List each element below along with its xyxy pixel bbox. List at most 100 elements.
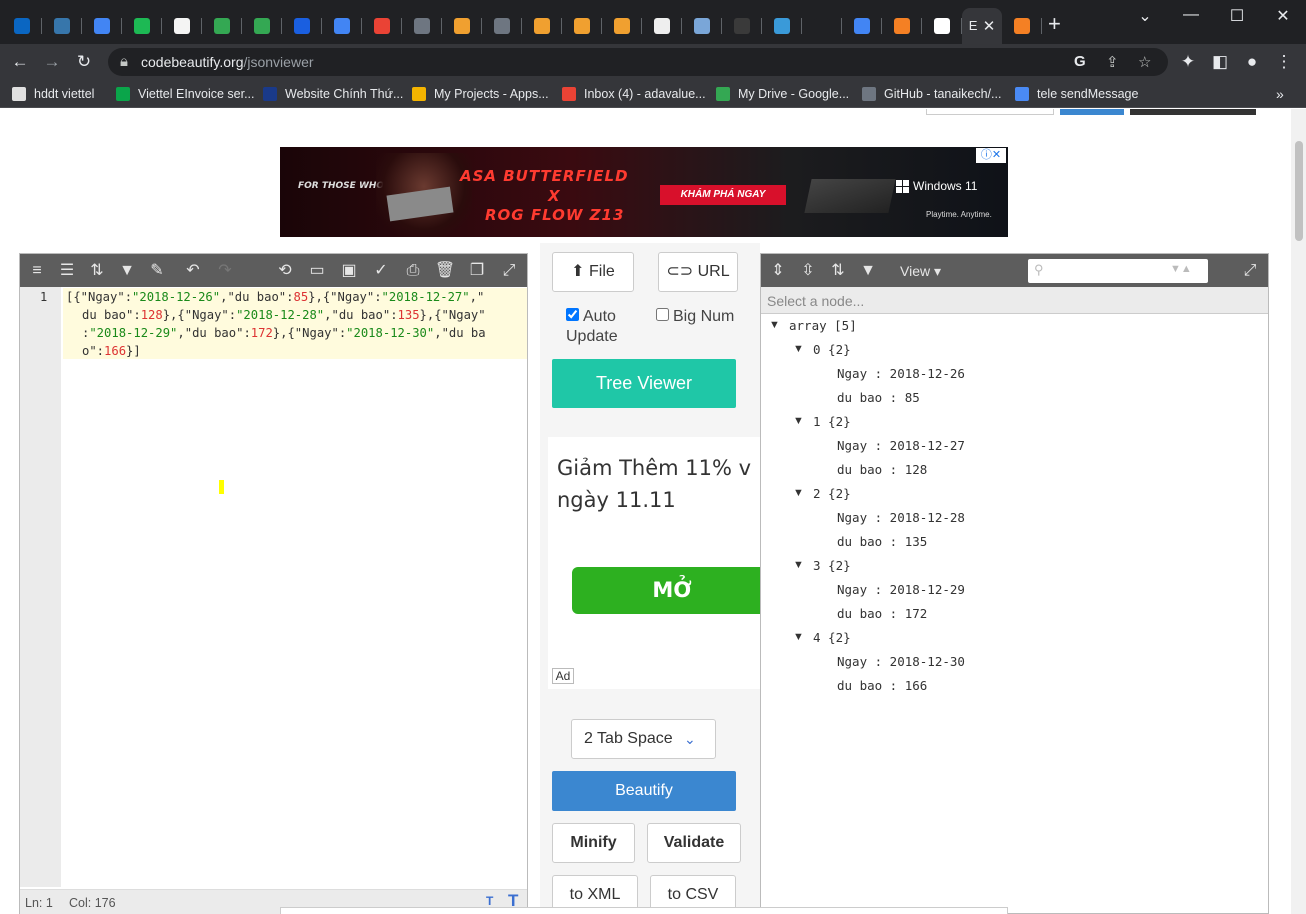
filter-icon[interactable]: ▼ — [116, 260, 138, 282]
bookmark-item[interactable]: tele sendMessage — [1015, 86, 1138, 102]
bookmark-item[interactable]: Inbox (4) - adavalue... — [562, 86, 706, 102]
header-button-clipped-dark[interactable] — [1130, 109, 1256, 115]
bookmark-item[interactable]: Website Chính Thứ... — [263, 86, 403, 102]
browser-tab[interactable] — [682, 8, 722, 44]
auto-update-checkbox[interactable] — [566, 308, 579, 321]
browser-tab[interactable] — [482, 8, 522, 44]
browser-tab[interactable] — [362, 8, 402, 44]
ad-choices-icon[interactable]: ⓘ✕ — [976, 148, 1006, 163]
header-button-clipped[interactable] — [926, 109, 1054, 115]
minimize-button[interactable]: — — [1168, 6, 1214, 24]
browser-tab[interactable] — [442, 8, 482, 44]
inline-ad[interactable]: Giảm Thêm 11% v ngày 11.11 MỞ — [548, 437, 760, 689]
side-panel-icon[interactable]: ◧ — [1208, 52, 1232, 72]
share-icon[interactable]: ⇪ — [1106, 53, 1119, 71]
validate-button[interactable]: Validate — [647, 823, 741, 863]
expand-toggle-icon[interactable]: ▼ — [769, 319, 780, 331]
extensions-icon[interactable]: ✦ — [1176, 52, 1200, 72]
page-scrollbar[interactable] — [1291, 109, 1306, 914]
expand-toggle-icon[interactable]: ▼ — [793, 415, 804, 427]
browser-tab[interactable] — [842, 8, 882, 44]
new-tab-button[interactable]: + — [1048, 12, 1061, 36]
delete-icon[interactable]: 🗑︎ — [434, 260, 456, 282]
history-icon[interactable]: ⟲ — [274, 260, 296, 282]
bookmark-item[interactable]: My Drive - Google... — [716, 86, 849, 102]
big-num-option[interactable]: Big Num — [656, 307, 734, 327]
print-icon[interactable]: ⎙ — [402, 260, 424, 282]
open-folder-icon[interactable]: ▭ — [306, 260, 328, 282]
ad-open-button[interactable]: MỞ — [572, 567, 760, 614]
browser-tab[interactable] — [162, 8, 202, 44]
font-decrease-icon[interactable]: T — [486, 894, 493, 908]
browser-tab[interactable] — [1002, 8, 1042, 44]
bookmark-item[interactable]: hddt viettel — [12, 86, 94, 102]
view-mode-dropdown[interactable]: View ▾ — [900, 263, 941, 280]
expand-toggle-icon[interactable]: ▼ — [793, 487, 804, 499]
chrome-menu-icon[interactable]: ⋮ — [1272, 52, 1296, 72]
header-button-clipped-blue[interactable] — [1060, 109, 1124, 115]
expand-all-icon[interactable]: ⇕ — [767, 260, 789, 282]
browser-tab[interactable] — [922, 8, 962, 44]
browser-tab[interactable] — [322, 8, 362, 44]
browser-tab[interactable] — [202, 8, 242, 44]
repair-icon[interactable]: ✎ — [146, 260, 168, 282]
auto-update-option[interactable]: Auto Update — [566, 307, 636, 347]
bookmark-item[interactable]: GitHub - tanaikech/... — [862, 86, 1001, 102]
browser-tab[interactable] — [522, 8, 562, 44]
browser-tab[interactable] — [722, 8, 762, 44]
format-icon[interactable]: ≡ — [26, 260, 48, 282]
undo-icon[interactable]: ↶ — [182, 260, 204, 282]
forward-icon[interactable]: → — [40, 52, 64, 72]
ad-banner[interactable]: FOR THOSE WHO DARE ASA BUTTERFIELD X ROG… — [280, 147, 1008, 237]
tab-space-select[interactable]: 2 Tab Space ⌄ — [571, 719, 716, 759]
browser-tab[interactable] — [122, 8, 162, 44]
browser-tab[interactable] — [42, 8, 82, 44]
browser-tab[interactable] — [762, 8, 802, 44]
close-tab-icon[interactable]: ✕ — [983, 17, 996, 35]
filter-icon[interactable]: ▼ — [857, 260, 879, 282]
reload-icon[interactable]: ↻ — [72, 52, 96, 72]
browser-tab[interactable] — [242, 8, 282, 44]
bookmark-star-icon[interactable]: ☆ — [1138, 53, 1151, 71]
check-icon[interactable]: ✓ — [370, 260, 392, 282]
bookmark-item[interactable]: Viettel EInvoice ser... — [116, 86, 255, 102]
tab-search-icon[interactable]: ⌄ — [1122, 6, 1168, 26]
redo-icon[interactable]: ↷ — [214, 260, 236, 282]
more-bookmarks-icon[interactable]: » — [1276, 86, 1284, 102]
save-icon[interactable]: ▣ — [338, 260, 360, 282]
fullscreen-icon[interactable]: ⤢ — [1239, 260, 1261, 282]
maximize-button[interactable]: ☐ — [1214, 6, 1260, 26]
fullscreen-icon[interactable]: ⤢ — [498, 260, 520, 282]
expand-toggle-icon[interactable]: ▼ — [793, 631, 804, 643]
big-num-checkbox[interactable] — [656, 308, 669, 321]
bottom-ad-banner[interactable] — [280, 907, 1008, 914]
google-lens-icon[interactable]: G — [1074, 53, 1086, 70]
node-path-bar[interactable]: Select a node... — [761, 287, 1268, 314]
sort-icon[interactable]: ⇅ — [86, 260, 108, 282]
browser-tab[interactable] — [282, 8, 322, 44]
url-button[interactable]: ⊂⊃ URL — [658, 252, 738, 292]
expand-toggle-icon[interactable]: ▼ — [793, 343, 804, 355]
compact-icon[interactable]: ☰ — [56, 260, 78, 282]
back-icon[interactable]: ← — [8, 52, 32, 72]
bookmark-item[interactable]: My Projects - Apps... — [412, 86, 549, 102]
minify-button[interactable]: Minify — [552, 823, 635, 863]
ad-cta-button[interactable]: KHÁM PHÁ NGAY — [660, 185, 786, 205]
expand-toggle-icon[interactable]: ▼ — [793, 559, 804, 571]
search-input[interactable]: ⚲ ▼▲ — [1028, 259, 1208, 283]
browser-tab[interactable] — [882, 8, 922, 44]
browser-tab[interactable] — [602, 8, 642, 44]
browser-tab[interactable]: E ✕ — [962, 8, 1002, 44]
browser-tab[interactable] — [82, 8, 122, 44]
browser-tab[interactable] — [402, 8, 442, 44]
copy-icon[interactable]: ❐ — [466, 260, 488, 282]
collapse-all-icon[interactable]: ⇳ — [797, 260, 819, 282]
profile-avatar-icon[interactable]: ● — [1240, 52, 1264, 72]
browser-tab[interactable] — [562, 8, 602, 44]
search-prev-next-icon[interactable]: ▼▲ — [1170, 263, 1192, 275]
file-button[interactable]: ⬆ File — [552, 252, 634, 292]
address-bar[interactable]: 🔒︎ codebeautify.org/jsonviewer G ⇪ ☆ — [108, 48, 1168, 76]
browser-tab[interactable] — [642, 8, 682, 44]
scrollbar-thumb[interactable] — [1295, 141, 1303, 241]
browser-tab[interactable] — [802, 8, 842, 44]
